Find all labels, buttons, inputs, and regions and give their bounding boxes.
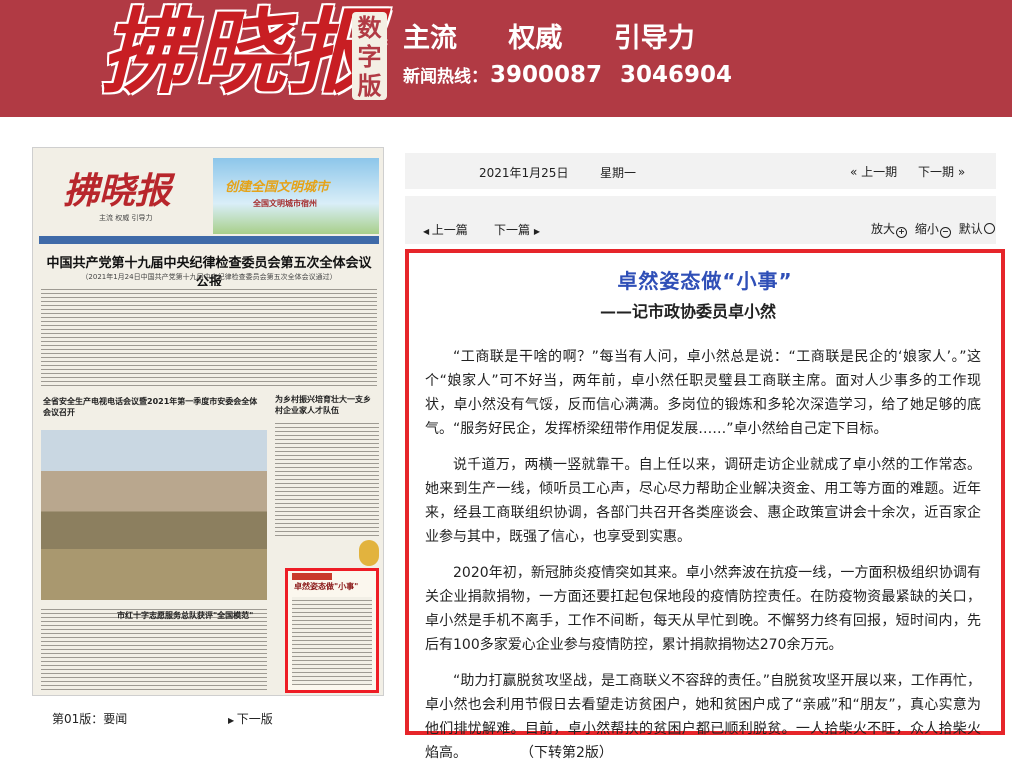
- article-paragraph-text: “助力打赢脱贫攻坚战，是工商联义不容辞的责任。”自脱贫攻坚开展以来，工作再忙，卓…: [425, 673, 981, 761]
- article-subtitle: ——记市政协委员卓小然: [600, 302, 777, 321]
- zoom-in-button[interactable]: 放大 +: [871, 222, 908, 238]
- preview-right-headline[interactable]: 为乡村振兴培育壮大一支乡村企业家人才队伍: [275, 394, 375, 416]
- article-paragraph: “助力打赢脱贫攻坚战，是工商联义不容辞的责任。”自脱贫攻坚开展以来，工作再忙，卓…: [425, 669, 981, 765]
- preview-emblem: [359, 540, 379, 566]
- issue-date-bar: 2021年1月25日 星期一 « 上一期 下一期 »: [405, 153, 996, 189]
- slogan-item: 引导力: [613, 23, 695, 54]
- banner-title: 创建全国文明城市: [225, 180, 330, 195]
- next-article-label: 下一篇: [494, 223, 531, 237]
- article-paragraph: 2020年初，新冠肺炎疫情突如其来。卓小然奔波在抗疫一线，一方面积极组织协调有关…: [425, 565, 981, 653]
- zoom-out-button[interactable]: 缩小 −: [914, 222, 951, 238]
- digital-edition-badge: 数字版: [352, 12, 387, 100]
- preview-logo: 拂晓报: [63, 170, 172, 212]
- continue-note[interactable]: （下转第2版）: [527, 745, 613, 761]
- zoom-out-label: 缩小: [914, 222, 939, 236]
- preview-banner[interactable]: 创建全国文明城市 全国文明城市宿州: [213, 158, 379, 234]
- badge-text: 数字版: [357, 14, 382, 100]
- next-issue-link[interactable]: 下一期 »: [918, 163, 965, 180]
- article-title: 卓然姿态做“小事”: [617, 269, 793, 293]
- newspaper-page-preview: 拂晓报 主流 权威 引导力 创建全国文明城市 全国文明城市宿州 中国共产党第十九…: [32, 147, 384, 696]
- preview-slogan: 主流 权威 引导力: [99, 214, 153, 222]
- minus-circle-icon: −: [939, 227, 951, 238]
- banner-subtitle: 全国文明城市宿州: [253, 199, 317, 208]
- hotline-number: 3900087: [490, 62, 603, 88]
- preview-photo[interactable]: [41, 430, 267, 600]
- triangle-left-icon: ◀: [423, 227, 432, 236]
- triangle-right-icon: ▶: [228, 716, 237, 725]
- next-issue-label: 下一期: [918, 165, 955, 179]
- issue-weekday: 星期一: [600, 166, 637, 180]
- zoom-in-label: 放大: [871, 222, 896, 236]
- issue-date: 2021年1月25日: [479, 166, 569, 180]
- article-paragraph: 说千道万，两横一竖就靠干。自上任以来，调研走访企业就成了卓小然的工作常态。她来到…: [425, 457, 981, 545]
- preview-info-strip: [39, 236, 379, 244]
- preview-bottom-headline[interactable]: 市红十字志愿服务总队获评"全国模范": [117, 610, 277, 621]
- site-logo: 拂晓报: [100, 0, 383, 106]
- hotline-number: 3046904: [620, 62, 733, 88]
- thumb-tag: [292, 573, 332, 580]
- default-size-button[interactable]: 默认: [959, 222, 995, 236]
- font-size-controls: 放大 + 缩小 − 默认: [871, 220, 995, 238]
- prev-issue-label: 上一期: [861, 165, 898, 179]
- slogan-item: 主流: [403, 23, 457, 54]
- page-label: 第01版：要闻: [52, 712, 128, 726]
- preview-headline[interactable]: 中国共产党第十九届中央纪律检查委员会第五次全体会议公报: [41, 252, 377, 290]
- preview-text-column[interactable]: [41, 286, 377, 386]
- preview-subhead: （2021年1月24日中国共产党第十九届中央纪律检查委员会第五次全体会议通过）: [81, 273, 337, 281]
- triangle-right-icon: ▶: [533, 227, 540, 236]
- radio-circle-icon: [983, 223, 995, 234]
- next-page-label: 下一版: [236, 712, 273, 726]
- site-slogan: 主流 权威 引导力: [403, 16, 737, 55]
- thumb-headline: 卓然姿态做"小事": [294, 582, 359, 591]
- current-article-highlight[interactable]: 卓然姿态做"小事": [285, 568, 379, 693]
- default-size-label: 默认: [958, 222, 983, 236]
- preview-text-column[interactable]: [275, 420, 379, 536]
- plus-circle-icon: +: [896, 227, 908, 238]
- next-page-link[interactable]: ▶ 下一版: [228, 710, 273, 727]
- slogan-item: 权威: [508, 23, 563, 54]
- prev-article-label: 上一篇: [431, 223, 468, 237]
- article-body: “工商联是干啥的啊？”每当有人问，卓小然总是说：“工商联是民企的‘娘家人’。”这…: [425, 345, 981, 777]
- site-header: 拂晓报 数字版 主流 权威 引导力 新闻热线：3900087 3046904: [0, 0, 1012, 117]
- preview-left-headline[interactable]: 全省安全生产电视电话会议暨2021年第一季度市安委会全体会议召开: [43, 396, 263, 418]
- double-chevron-right-icon: »: [957, 165, 966, 179]
- prev-issue-link[interactable]: « 上一期: [850, 163, 897, 180]
- news-hotline: 新闻热线：3900087 3046904: [403, 62, 748, 88]
- hotline-label: 新闻热线：: [403, 67, 488, 87]
- prev-article-link[interactable]: ◀ 上一篇: [423, 221, 468, 238]
- article-paragraph: “工商联是干啥的啊？”每当有人问，卓小然总是说：“工商联是民企的‘娘家人’。”这…: [425, 349, 981, 437]
- next-article-link[interactable]: 下一篇 ▶: [494, 221, 540, 238]
- article-nav-bar: ◀ 上一篇 下一篇 ▶ 放大 + 缩小 − 默认: [405, 196, 996, 244]
- thumb-text: [292, 597, 372, 685]
- article-panel: 卓然姿态做“小事” ——记市政协委员卓小然 “工商联是干啥的啊？”每当有人问，卓…: [405, 249, 1005, 761]
- double-chevron-left-icon: «: [850, 165, 858, 179]
